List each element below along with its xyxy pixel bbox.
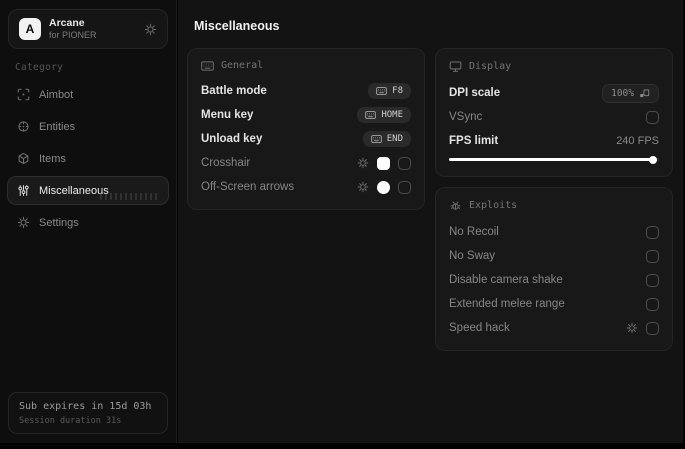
fps-limit-value: 240 FPS (616, 135, 659, 147)
speed-hack-label: Speed hack (449, 322, 510, 334)
scale-icon (639, 88, 650, 99)
unload-key-row: Unload key END (201, 131, 411, 147)
extended-melee-range-checkbox[interactable] (646, 297, 659, 311)
fps-limit-row: FPS limit 240 FPS (449, 133, 659, 149)
keyboard-icon (365, 111, 376, 119)
offscreen-arrows-label: Off-Screen arrows (201, 181, 295, 193)
offscreen-arrows-config-gear-icon[interactable] (357, 181, 369, 193)
sidebar-item-entities[interactable]: Entities (7, 112, 169, 141)
vsync-checkbox[interactable] (646, 110, 659, 124)
crosshair-row: Crosshair (201, 155, 411, 171)
keybind-value: END (386, 134, 403, 144)
brand-logo: A (19, 18, 41, 41)
monitor-icon (449, 60, 462, 73)
disable-camera-shake-checkbox[interactable] (646, 273, 659, 287)
keybind-value: F8 (392, 86, 403, 96)
radar-icon (17, 120, 30, 133)
battle-mode-row: Battle mode F8 (201, 83, 411, 99)
watermark (100, 193, 158, 201)
crosshair-color-swatch[interactable] (377, 156, 390, 170)
keyboard-icon (201, 61, 214, 71)
sub-expiry-text: Sub expires in 15d 03h (19, 401, 152, 412)
exploits-panel: Exploits No Recoil No Sway Disable camer… (435, 187, 673, 351)
disable-camera-shake-row: Disable camera shake (449, 272, 659, 288)
offscreen-arrows-color-swatch[interactable] (377, 180, 390, 194)
fps-limit-slider[interactable] (449, 155, 659, 164)
disable-camera-shake-label: Disable camera shake (449, 274, 563, 286)
crosshair-config-gear-icon[interactable] (357, 157, 369, 169)
sidebar-nav: Aimbot Entities Items Miscellaneous Sett… (0, 80, 176, 237)
dpi-scale-row: DPI scale 100% (449, 83, 659, 103)
category-label: Category (15, 62, 64, 74)
crosshair-checkbox[interactable] (398, 156, 411, 170)
keyboard-icon (376, 87, 387, 95)
battle-mode-label: Battle mode (201, 85, 267, 97)
offscreen-arrows-checkbox[interactable] (398, 180, 411, 194)
unload-keybind-button[interactable]: END (362, 131, 411, 147)
menu-key-row: Menu key HOME (201, 107, 411, 123)
unload-key-label: Unload key (201, 133, 263, 145)
brand-settings-gear-icon[interactable] (144, 23, 157, 36)
speed-hack-row: Speed hack (449, 320, 659, 336)
scan-icon (17, 88, 30, 101)
arcane-app-window: A Arcane for PIONER Category Aimbot Enti… (0, 0, 685, 449)
sidebar: A Arcane for PIONER Category Aimbot Enti… (0, 0, 177, 443)
sidebar-item-label: Entities (39, 120, 76, 133)
dpi-scale-label: DPI scale (449, 87, 501, 99)
general-panel: General Battle mode F8 Menu key HOME Unl… (187, 48, 425, 210)
sliders-icon (17, 184, 30, 197)
sidebar-item-items[interactable]: Items (7, 144, 169, 173)
keybind-value: HOME (381, 110, 403, 120)
vsync-label: VSync (449, 111, 483, 123)
display-panel: Display DPI scale 100% VSync FPS limit 2… (435, 48, 673, 177)
sidebar-item-aimbot[interactable]: Aimbot (7, 80, 169, 109)
sidebar-item-miscellaneous[interactable]: Miscellaneous (7, 176, 169, 206)
menu-key-label: Menu key (201, 109, 254, 121)
fps-slider-knob[interactable] (648, 155, 657, 164)
speed-hack-checkbox[interactable] (646, 321, 659, 335)
no-recoil-checkbox[interactable] (646, 225, 659, 239)
fps-slider-fill (449, 155, 657, 164)
no-recoil-row: No Recoil (449, 224, 659, 240)
speed-hack-config-gear-icon[interactable] (626, 322, 638, 334)
vsync-row: VSync (449, 109, 659, 125)
page-title: Miscellaneous (194, 19, 280, 33)
extended-melee-range-row: Extended melee range (449, 296, 659, 312)
no-sway-row: No Sway (449, 248, 659, 264)
sidebar-item-label: Settings (39, 216, 79, 229)
fps-limit-label: FPS limit (449, 135, 499, 147)
subscription-status-card: Sub expires in 15d 03h Session duration … (8, 392, 168, 434)
no-recoil-label: No Recoil (449, 226, 499, 238)
no-sway-label: No Sway (449, 250, 496, 262)
general-panel-title: General (221, 60, 264, 71)
sidebar-item-label: Aimbot (39, 88, 74, 101)
gear-icon (17, 216, 30, 229)
no-sway-checkbox[interactable] (646, 249, 659, 263)
battle-mode-keybind-button[interactable]: F8 (368, 83, 411, 99)
display-panel-title: Display (469, 61, 512, 72)
exploits-panel-title: Exploits (469, 200, 518, 211)
main-content: Miscellaneous General Battle mode F8 Men… (178, 0, 683, 443)
brand-name: Arcane (49, 17, 85, 29)
keyboard-icon (371, 135, 382, 143)
session-duration-text: Session duration 31s (19, 416, 122, 426)
bug-icon (449, 199, 462, 212)
menu-keybind-button[interactable]: HOME (357, 107, 411, 123)
sidebar-item-label: Items (39, 152, 66, 165)
sidebar-item-settings[interactable]: Settings (7, 208, 169, 237)
offscreen-arrows-row: Off-Screen arrows (201, 179, 411, 195)
sidebar-item-label: Miscellaneous (39, 184, 109, 197)
brand-subtitle: for PIONER (49, 30, 97, 41)
extended-melee-range-label: Extended melee range (449, 298, 565, 310)
brand-card: A Arcane for PIONER (8, 9, 168, 50)
dpi-scale-value: 100% (611, 87, 634, 99)
crosshair-label: Crosshair (201, 157, 251, 169)
dpi-scale-dropdown[interactable]: 100% (602, 83, 659, 103)
cube-icon (17, 152, 30, 165)
